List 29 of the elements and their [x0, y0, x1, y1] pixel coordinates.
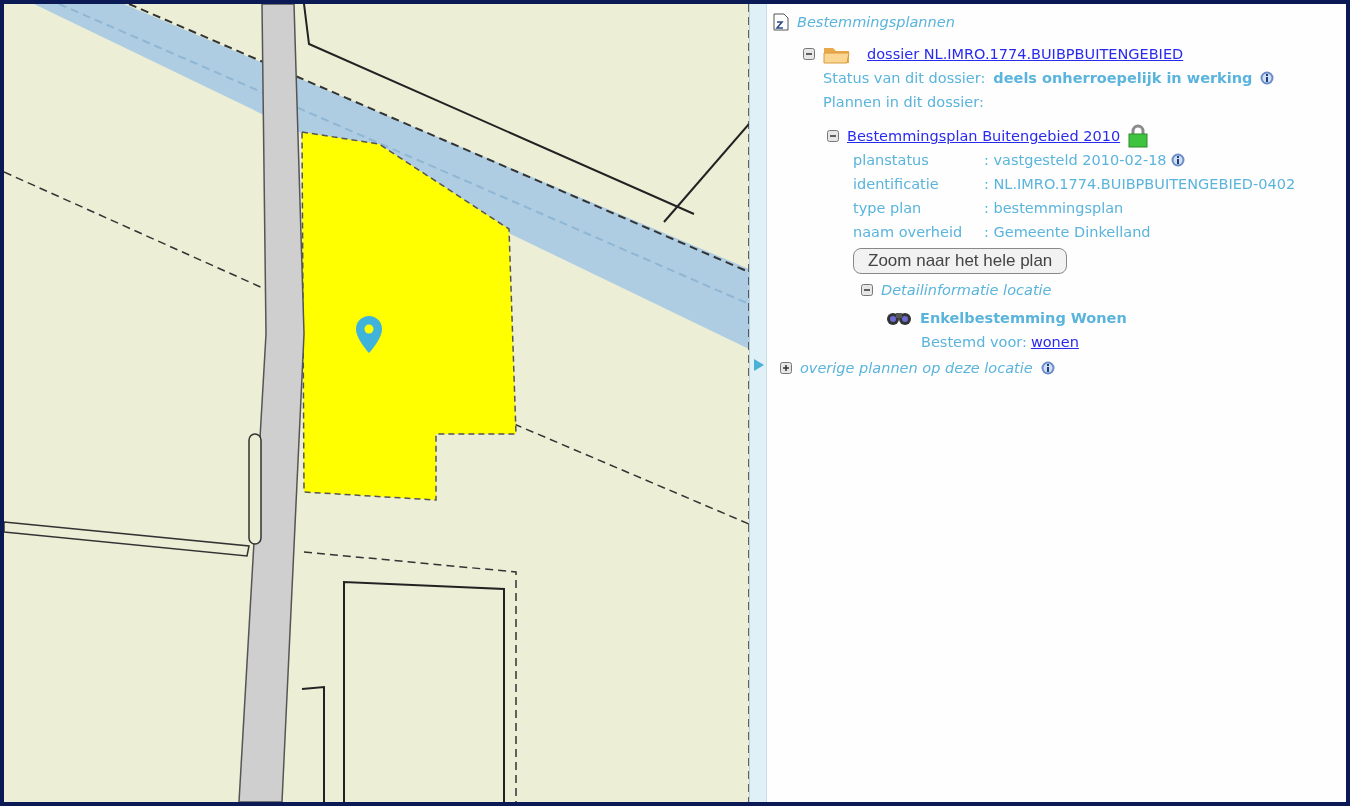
collapse-icon[interactable] — [827, 130, 839, 142]
property-label: naam overheid — [853, 223, 964, 242]
panel-title: Bestemmingsplannen — [797, 13, 955, 32]
purpose-label: Bestemd voor: — [921, 333, 1027, 352]
property-value: : vastgesteld 2010-02-18 — [984, 151, 1167, 170]
zoning-name: Enkelbestemming Wonen — [920, 309, 1127, 328]
collapse-icon[interactable] — [803, 48, 815, 60]
detail-title: Detailinformatie locatie — [881, 281, 1052, 300]
padlock-icon — [1128, 124, 1149, 148]
property-label: planstatus — [853, 151, 930, 170]
property-label: identificatie — [853, 175, 940, 194]
property-value: : bestemmingsplan — [984, 199, 1124, 218]
dossier-link[interactable]: dossier NL.IMRO.1774.BUIBPBUITENGEBIED — [867, 42, 1184, 66]
plans-label: Plannen in dit dossier: — [823, 93, 985, 112]
plan-link[interactable]: Bestemmingsplan Buitengebied 2010 — [847, 124, 1121, 148]
collapse-icon[interactable] — [861, 284, 873, 296]
info-icon[interactable] — [1040, 361, 1055, 375]
purpose-link[interactable]: wonen — [1030, 330, 1079, 354]
document-icon — [773, 13, 789, 31]
property-value: : NL.IMRO.1774.BUIBPBUITENGEBIED-0402 — [984, 175, 1296, 194]
info-icon[interactable] — [1170, 153, 1185, 167]
info-icon[interactable] — [1260, 71, 1275, 85]
binoculars-icon — [886, 310, 912, 326]
expand-icon[interactable] — [780, 362, 792, 374]
property-label: type plan — [853, 199, 923, 218]
status-label: Status van dit dossier: — [823, 69, 986, 88]
property-value: : Gemeente Dinkelland — [984, 223, 1151, 242]
zoom-button[interactable]: Zoom naar het hele plan — [853, 248, 1068, 274]
status-value: deels onherroepelijk in werking — [993, 69, 1253, 88]
